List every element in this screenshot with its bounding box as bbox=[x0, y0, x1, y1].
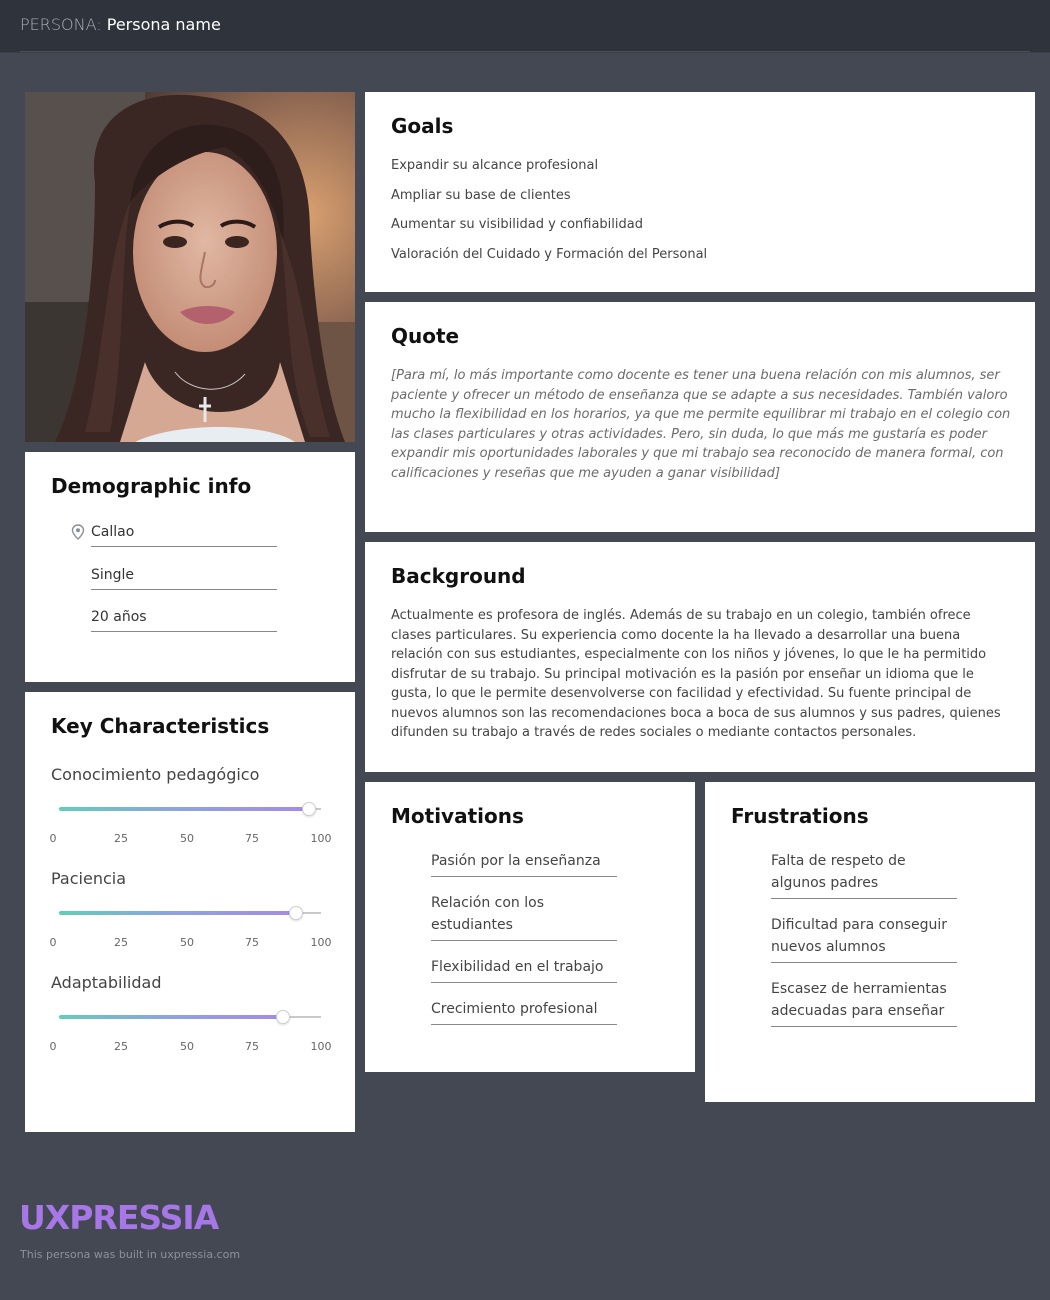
slider-fill bbox=[59, 807, 308, 811]
demographic-title: Demographic info bbox=[51, 474, 252, 498]
frustration-item[interactable]: Falta de respeto de algunos padres bbox=[771, 850, 957, 899]
persona-prefix: PERSONA: bbox=[20, 15, 102, 34]
quote-text[interactable]: [Para mí, lo más importante como docente… bbox=[391, 366, 1011, 483]
motivation-item[interactable]: Flexibilidad en el trabajo bbox=[431, 956, 617, 983]
scale-tick: 75 bbox=[245, 936, 259, 949]
scale-tick: 25 bbox=[114, 832, 128, 845]
characteristic-slider[interactable] bbox=[59, 1010, 321, 1024]
age-value: 20 años bbox=[91, 609, 147, 625]
marital-status-value: Single bbox=[91, 567, 135, 583]
quote-card: Quote [Para mí, lo más importante como d… bbox=[365, 302, 1035, 532]
scale-tick: 0 bbox=[49, 832, 57, 845]
goals-list: Expandir su alcance profesional Ampliar … bbox=[391, 156, 707, 274]
location-field[interactable]: Callao bbox=[71, 524, 277, 547]
background-text[interactable]: Actualmente es profesora de inglés. Adem… bbox=[391, 606, 1011, 743]
uxpressia-logo[interactable]: UXPRESSIA bbox=[19, 1198, 219, 1237]
background-title: Background bbox=[391, 564, 526, 588]
slider-knob[interactable] bbox=[288, 906, 303, 920]
location-value: Callao bbox=[91, 524, 135, 540]
age-field[interactable]: 20 años bbox=[91, 609, 277, 632]
characteristic-label: Conocimiento pedagógico bbox=[51, 765, 260, 784]
frustrations-card: Frustrations Falta de respeto de algunos… bbox=[705, 782, 1035, 1102]
slider-fill bbox=[59, 911, 295, 915]
slider-fill bbox=[59, 1015, 282, 1019]
slider-knob[interactable] bbox=[301, 802, 316, 816]
persona-title: PERSONA: Persona name bbox=[20, 15, 221, 34]
characteristic-slider[interactable] bbox=[59, 906, 321, 920]
motivation-item[interactable]: Crecimiento profesional bbox=[431, 998, 617, 1025]
background-card: Background Actualmente es profesora de i… bbox=[365, 542, 1035, 772]
slider-scale: 0 25 50 75 100 bbox=[49, 1040, 332, 1054]
scale-tick: 0 bbox=[49, 936, 57, 949]
key-characteristics-title: Key Characteristics bbox=[51, 714, 270, 738]
demographic-card: Demographic info Callao Single 20 años bbox=[25, 452, 355, 682]
characteristic-label: Adaptabilidad bbox=[51, 973, 162, 992]
scale-tick: 50 bbox=[180, 936, 194, 949]
slider-knob[interactable] bbox=[275, 1010, 290, 1024]
characteristic-slider[interactable] bbox=[59, 802, 321, 816]
scale-tick: 100 bbox=[310, 936, 332, 949]
scale-tick: 50 bbox=[180, 1040, 194, 1053]
motivations-title: Motivations bbox=[391, 804, 524, 828]
header-divider bbox=[20, 51, 1030, 52]
slider-scale: 0 25 50 75 100 bbox=[49, 936, 332, 950]
scale-tick: 75 bbox=[245, 832, 259, 845]
top-bar: PERSONA: Persona name bbox=[0, 0, 1050, 53]
scale-tick: 100 bbox=[310, 832, 332, 845]
scale-tick: 25 bbox=[114, 1040, 128, 1053]
frustrations-title: Frustrations bbox=[731, 804, 869, 828]
persona-portrait-image bbox=[25, 92, 355, 442]
slider-scale: 0 25 50 75 100 bbox=[49, 832, 332, 846]
goal-item[interactable]: Valoración del Cuidado y Formación del P… bbox=[391, 245, 707, 275]
frustration-item[interactable]: Dificultad para conseguir nuevos alumnos bbox=[771, 914, 957, 963]
frustration-item[interactable]: Escasez de herramientas adecuadas para e… bbox=[771, 978, 957, 1027]
persona-name[interactable]: Persona name bbox=[107, 15, 221, 34]
scale-tick: 50 bbox=[180, 832, 194, 845]
key-characteristics-card: Key Characteristics Conocimiento pedagóg… bbox=[25, 692, 355, 1132]
scale-tick: 100 bbox=[310, 1040, 332, 1053]
scale-tick: 0 bbox=[49, 1040, 57, 1053]
motivation-item[interactable]: Pasión por la enseñanza bbox=[431, 850, 617, 877]
map-pin-icon bbox=[71, 524, 85, 540]
scale-tick: 75 bbox=[245, 1040, 259, 1053]
motivations-card: Motivations Pasión por la enseñanza Rela… bbox=[365, 782, 695, 1072]
goals-title: Goals bbox=[391, 114, 454, 138]
persona-photo[interactable] bbox=[25, 92, 355, 442]
marital-status-field[interactable]: Single bbox=[91, 567, 277, 590]
footer-note: This persona was built in uxpressia.com bbox=[20, 1248, 241, 1261]
characteristic-label: Paciencia bbox=[51, 869, 127, 888]
quote-title: Quote bbox=[391, 324, 460, 348]
motivation-item[interactable]: Relación con los estudiantes bbox=[431, 892, 617, 941]
goal-item[interactable]: Expandir su alcance profesional bbox=[391, 156, 707, 186]
scale-tick: 25 bbox=[114, 936, 128, 949]
goals-card: Goals Expandir su alcance profesional Am… bbox=[365, 92, 1035, 292]
goal-item[interactable]: Ampliar su base de clientes bbox=[391, 186, 707, 216]
goal-item[interactable]: Aumentar su visibilidad y confiabilidad bbox=[391, 215, 707, 245]
